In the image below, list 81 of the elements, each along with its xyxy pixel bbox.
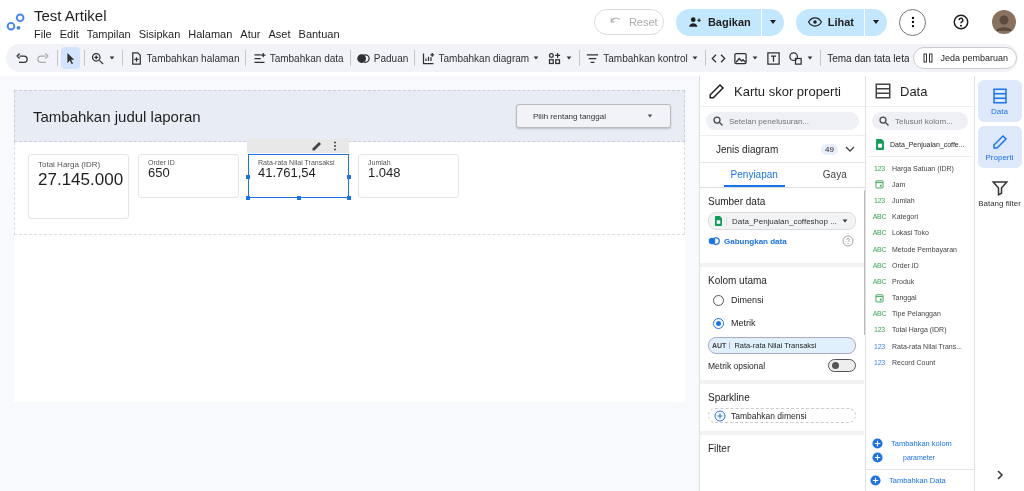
share-button[interactable]: Bagikan <box>675 8 761 36</box>
toolbar-icon-button[interactable] <box>61 47 81 69</box>
panel-tab[interactable]: Penyiapan <box>724 163 785 187</box>
pause-updates-button[interactable]: Jeda pembaruan <box>913 47 1017 69</box>
menu-item[interactable]: File <box>34 27 52 40</box>
pencil-icon <box>990 132 1009 151</box>
scorecard[interactable]: Total Harga (IDR) 27.145.000 <box>28 154 129 219</box>
menu-item[interactable]: Aset <box>268 27 291 40</box>
section-heading: Sumber data <box>708 196 766 207</box>
date-range-dropdown[interactable]: Pilih rentang tanggal <box>516 104 671 128</box>
count-badge: 49 <box>821 143 838 155</box>
radio-label[interactable]: Dimensi <box>731 295 764 305</box>
panel-tab[interactable]: Gaya <box>804 163 865 187</box>
filter-icon <box>990 178 1009 197</box>
sheet-icon <box>715 216 722 226</box>
add-icon <box>872 452 883 463</box>
circle-square-icon <box>788 50 803 66</box>
add-icon <box>870 475 881 486</box>
add-person-icon <box>687 15 702 29</box>
panel-title: Data <box>900 83 928 99</box>
redo-icon <box>36 50 51 66</box>
view-menu-button[interactable] <box>865 8 887 36</box>
optional-metric-label: Metrik opsional <box>708 360 766 371</box>
toggle-switch[interactable] <box>827 359 856 372</box>
section-heading: Sparkline <box>708 392 750 403</box>
chart-icon <box>420 50 436 66</box>
panel-title: Kartu skor properti <box>734 83 841 99</box>
undo-icon <box>14 50 29 66</box>
share-menu-button[interactable] <box>761 8 784 36</box>
theme-layout-button[interactable]: Tema dan tata leta <box>824 52 910 64</box>
zoom-icon <box>90 50 106 66</box>
menu-item[interactable]: Atur <box>240 27 261 40</box>
search-field[interactable]: Telusuri kolom... <box>872 112 968 130</box>
toolbar-button[interactable]: Tambahkan diagram <box>418 47 543 69</box>
menu-item[interactable]: Edit <box>59 27 79 40</box>
search-field[interactable]: Setelan penelusuran... <box>706 112 859 130</box>
side-tab[interactable]: Properti <box>977 126 1022 168</box>
menu-item[interactable]: Sisipkan <box>138 27 181 40</box>
toolbar-button[interactable]: Tambahkan data <box>249 47 346 69</box>
report-title[interactable]: Test Artikel <box>34 6 107 24</box>
search-icon <box>878 115 890 127</box>
caret-icon <box>646 112 654 120</box>
table-icon <box>990 86 1009 105</box>
edit-icon[interactable] <box>311 140 323 152</box>
help-icon[interactable] <box>952 13 970 31</box>
menu-item[interactable]: Tampilan <box>86 27 131 40</box>
avatar[interactable] <box>992 10 1016 34</box>
text-box-icon <box>766 50 781 66</box>
toolbar-button[interactable]: Tambahkan kontrol <box>583 47 701 69</box>
side-tab[interactable]: Batang filter <box>977 172 1022 214</box>
chart-type-label[interactable]: Jenis diagram <box>716 143 816 155</box>
add-icon <box>714 409 726 422</box>
blend-data-link[interactable]: Gabungkan data <box>708 235 787 247</box>
caret-icon <box>840 217 849 225</box>
radio-label[interactable]: Metrik <box>731 318 756 328</box>
logo-icon <box>6 12 26 32</box>
scorecard-value: 650 <box>148 166 170 179</box>
menu-item[interactable]: Bantuan <box>298 27 340 40</box>
eye-icon <box>807 15 822 29</box>
section-heading: Filter <box>708 443 731 454</box>
menu-item[interactable]: Halaman <box>188 27 233 40</box>
side-tab[interactable]: Data <box>977 80 1022 122</box>
image-icon <box>733 50 748 66</box>
view-button[interactable]: Lihat <box>795 8 864 36</box>
sheet-icon <box>876 139 884 150</box>
report-heading[interactable]: Tambahkan judul laporan <box>33 107 201 125</box>
scorecard-label: Total Harga (IDR) <box>38 160 101 169</box>
circles-icon <box>708 235 720 247</box>
add-icon <box>872 438 883 449</box>
search-icon <box>712 115 724 127</box>
shapes-icon <box>547 50 563 66</box>
data-source-dropdown[interactable]: Data_Penjualan_coffeshop ... <box>708 212 856 230</box>
pause-icon <box>922 52 935 64</box>
section-heading: Kolom utama <box>708 275 767 286</box>
scorecard-value: 1.048 <box>368 166 401 179</box>
pencil-icon <box>708 82 726 100</box>
scorecard-value: 27.145.000 <box>38 171 124 188</box>
toolbar-button[interactable]: Tambahkan halaman <box>126 47 242 69</box>
scorecard-value: 41.761,54 <box>258 166 316 179</box>
table-icon <box>874 82 892 100</box>
toolbar-button[interactable]: Paduan <box>353 47 411 69</box>
